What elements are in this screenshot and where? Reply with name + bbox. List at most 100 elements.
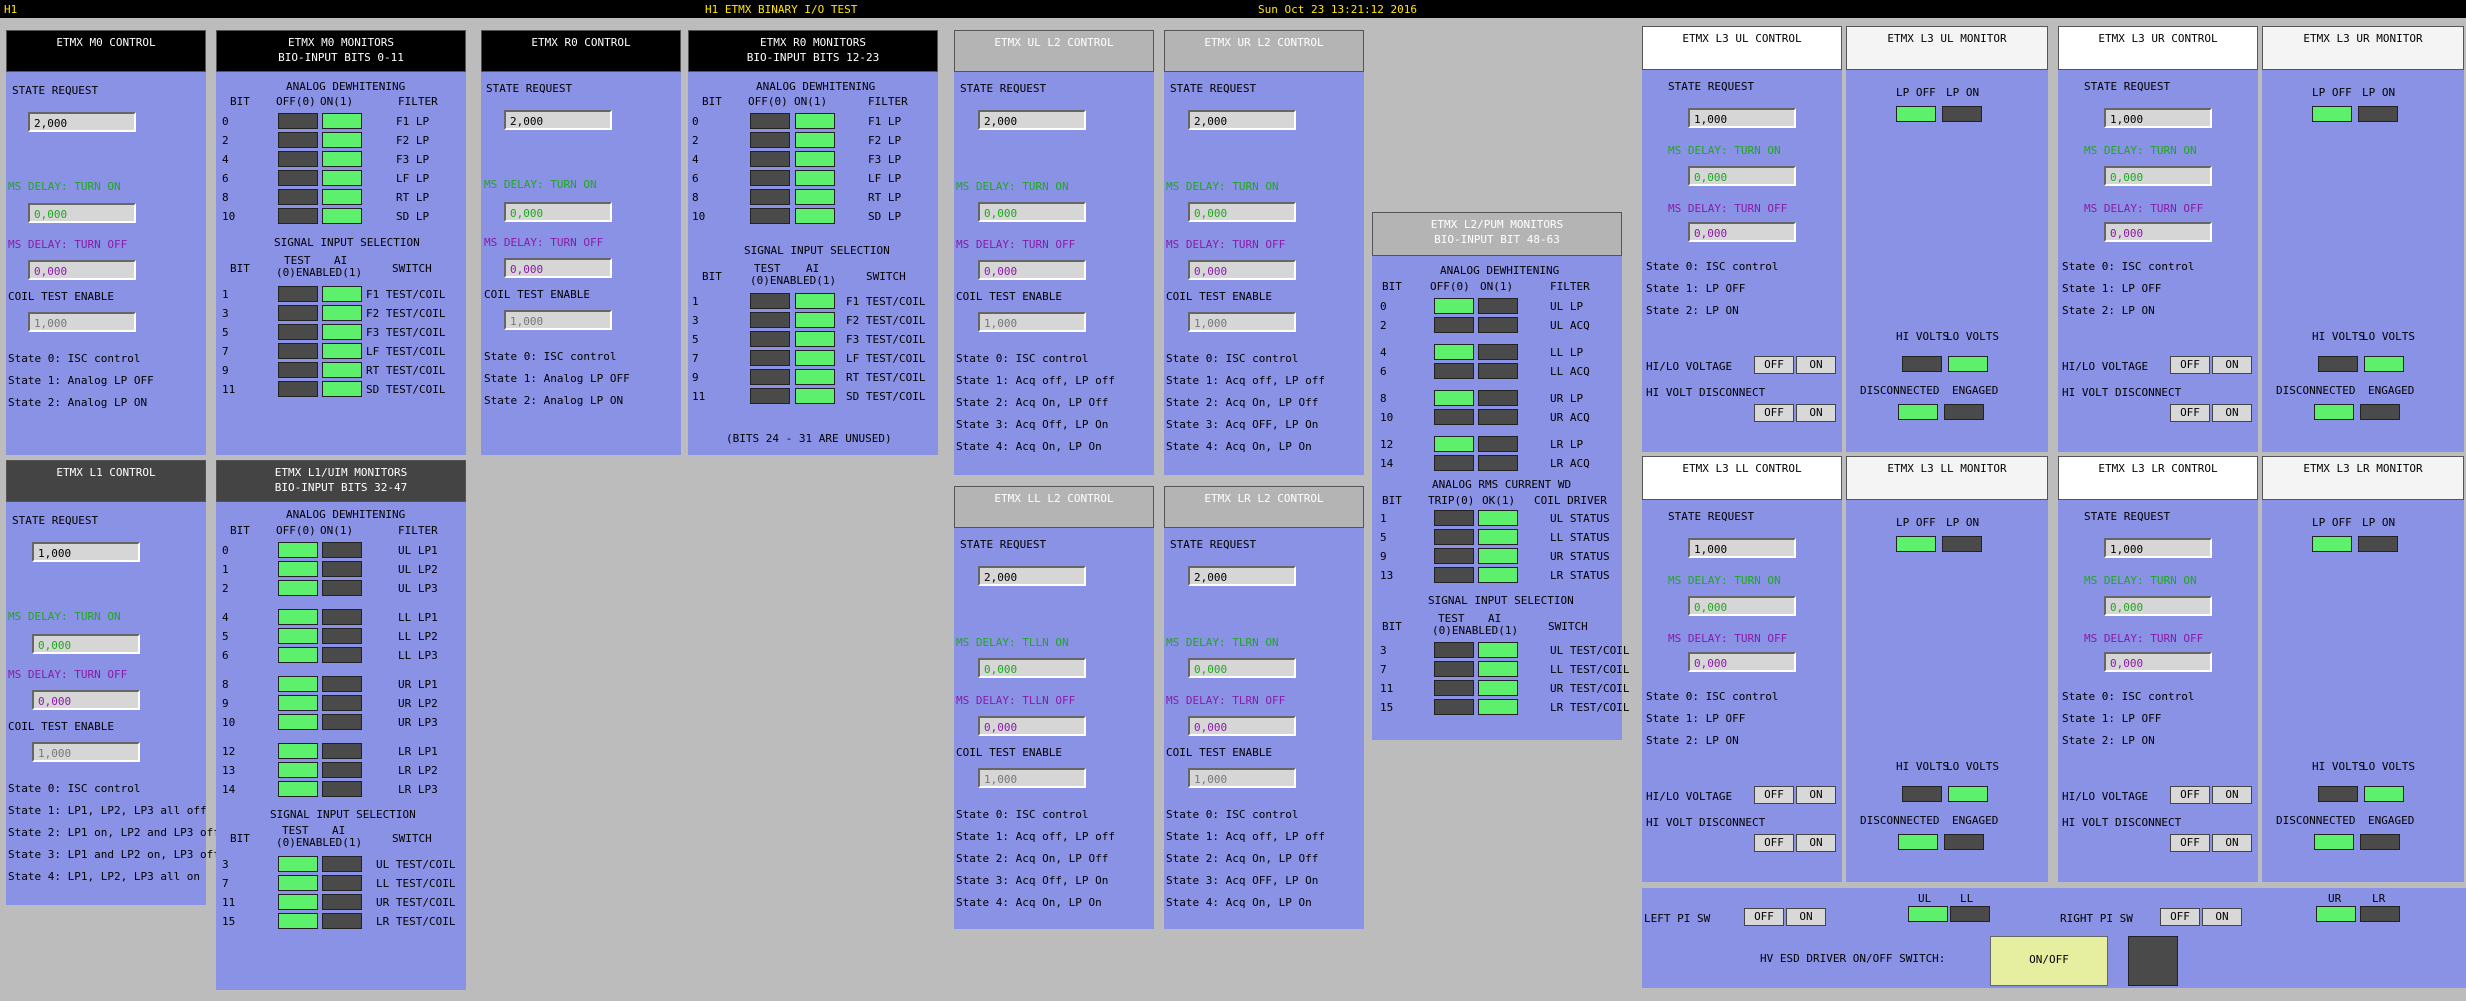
m0-coil-label: COIL TEST ENABLE xyxy=(8,290,114,303)
l3-ll-ms-on-input[interactable]: 0,000 xyxy=(1688,596,1796,616)
pum-sis-off-indicator-1 xyxy=(1434,661,1474,677)
m0-sis-on-indicator-0 xyxy=(322,286,362,302)
m0-state-request-label: STATE REQUEST xyxy=(12,84,99,97)
m0-adw-label-0: F1 LP xyxy=(396,115,430,128)
l3-lr-ms-off-input[interactable]: 0,000 xyxy=(2104,652,2212,672)
l3-ul-ms-on-input[interactable]: 0,000 xyxy=(1688,166,1796,186)
m0-ms-on-input[interactable]: 0,000 xyxy=(28,203,136,223)
r0-ms-off-input[interactable]: 0,000 xyxy=(504,258,612,278)
r0-state-request-input[interactable]: 2,000 xyxy=(504,110,612,130)
l1-ms-off-input[interactable]: 0,000 xyxy=(32,690,140,710)
l3-ll-hvd-off-button[interactable]: OFF xyxy=(1754,834,1794,852)
l3-ur-hvd-on-button[interactable]: ON xyxy=(2212,404,2252,422)
ll2-state-request-input[interactable]: 2,000 xyxy=(978,566,1086,586)
l3-ul-hvd-on-button[interactable]: ON xyxy=(1796,404,1836,422)
ur2-ms-off-input[interactable]: 0,000 xyxy=(1188,260,1296,280)
l3-lr-hilo-on-button[interactable]: ON xyxy=(2212,786,2252,804)
l3-ul-hvd-off-button[interactable]: OFF xyxy=(1754,404,1794,422)
l3-ur-hvd-off-button[interactable]: OFF xyxy=(2170,404,2210,422)
title-bar: H1 H1 ETMX BINARY I/O TEST Sun Oct 23 13… xyxy=(0,0,2466,18)
lr2-state-request-input[interactable]: 2,000 xyxy=(1188,566,1296,586)
left-pi-on-button[interactable]: ON xyxy=(1786,908,1826,926)
ul2-state-request-input[interactable]: 2,000 xyxy=(978,110,1086,130)
l1-coil-input[interactable]: 1,000 xyxy=(32,742,140,762)
l1-adw-label-10: LR LP2 xyxy=(398,764,438,777)
l1-sis-on-indicator-0 xyxy=(322,856,362,872)
l3-ur-state0: State 0: ISC control xyxy=(2062,260,2195,273)
l3-lr-hvd-off-button[interactable]: OFF xyxy=(2170,834,2210,852)
ll2-coil-input[interactable]: 1,000 xyxy=(978,768,1086,788)
l3-lr-ms-on-input[interactable]: 0,000 xyxy=(2104,596,2212,616)
l3-lr-state-request-input[interactable]: 1,000 xyxy=(2104,538,2212,558)
l1-sis-en: (0)ENABLED(1) xyxy=(276,836,363,849)
m0-adw-bit-0: 0 xyxy=(222,115,229,128)
ul2-ms-on-input[interactable]: 0,000 xyxy=(978,202,1086,222)
r0-coil-input[interactable]: 1,000 xyxy=(504,310,612,330)
l1-adw-on-indicator-7 xyxy=(322,695,362,711)
m0-ms-off-input[interactable]: 0,000 xyxy=(28,260,136,280)
m0-coil-input[interactable]: 1,000 xyxy=(28,312,136,332)
m0-state-request-input[interactable]: 2,000 xyxy=(28,112,136,132)
hv-esd-onoff-button[interactable]: ON/OFF xyxy=(1990,936,2108,986)
m0-ms-off-label: MS DELAY: TURN OFF xyxy=(8,238,128,251)
ll2-ms-off-input[interactable]: 0,000 xyxy=(978,716,1086,736)
l3-ul-hilo-off-button[interactable]: OFF xyxy=(1754,356,1794,374)
lr2-ms-on-input[interactable]: 0,000 xyxy=(1188,658,1296,678)
l1-adw-on-indicator-10 xyxy=(322,762,362,778)
pum-rms-label-1: LL STATUS xyxy=(1550,531,1610,544)
l3-ur-ms-on-input[interactable]: 0,000 xyxy=(2104,166,2212,186)
l3-ll-lp-off-indicator xyxy=(1896,536,1936,552)
ur2-coil-input[interactable]: 1,000 xyxy=(1188,312,1296,332)
l3-ll-state-request-input[interactable]: 1,000 xyxy=(1688,538,1796,558)
l3-ll-hilo-on-button[interactable]: ON xyxy=(1796,786,1836,804)
l1-state-request-input[interactable]: 1,000 xyxy=(32,542,140,562)
l3-ul-hilo-on-button[interactable]: ON xyxy=(1796,356,1836,374)
r0-ms-on-input[interactable]: 0,000 xyxy=(504,202,612,222)
ll2-ms-on-input[interactable]: 0,000 xyxy=(978,658,1086,678)
m0-adw-bit-5: 10 xyxy=(222,210,236,223)
ul2-ms-off-input[interactable]: 0,000 xyxy=(978,260,1086,280)
l3-ul-state-request-input[interactable]: 1,000 xyxy=(1688,108,1796,128)
l3-ul-lp-off-indicator xyxy=(1896,106,1936,122)
r0-state2: State 2: Analog LP ON xyxy=(484,394,624,407)
right-pi-off-button[interactable]: OFF xyxy=(2160,908,2200,926)
l3-ur-hilo-off-button[interactable]: OFF xyxy=(2170,356,2210,374)
l3-lr-hvd-on-button[interactable]: ON xyxy=(2212,834,2252,852)
ll2-state3: State 3: Acq Off, LP On xyxy=(956,874,1109,887)
r0-adw-label: ANALOG DEWHITENING xyxy=(756,80,876,93)
m0-adw-on-indicator-5 xyxy=(322,208,362,224)
m0-sis-switch: SWITCH xyxy=(392,262,432,275)
left-pi-off-button[interactable]: OFF xyxy=(1744,908,1784,926)
l1-ms-on-input[interactable]: 0,000 xyxy=(32,634,140,654)
ur2-ms-on-input[interactable]: 0,000 xyxy=(1188,202,1296,222)
l3-ur-ms-off-input[interactable]: 0,000 xyxy=(2104,222,2212,242)
r0-adw-on-indicator-4 xyxy=(795,189,835,205)
right-pi-on-button[interactable]: ON xyxy=(2202,908,2242,926)
ur2-state-request-input[interactable]: 2,000 xyxy=(1188,110,1296,130)
l3-ur-lp-off-label: LP OFF xyxy=(2312,86,2352,99)
l3-ll-hilo-off-button[interactable]: OFF xyxy=(1754,786,1794,804)
m0-sis-on-indicator-1 xyxy=(322,305,362,321)
r0-sis-en: (0)ENABLED(1) xyxy=(750,274,837,287)
l3-ll-ms-off-input[interactable]: 0,000 xyxy=(1688,652,1796,672)
m0-state0: State 0: ISC control xyxy=(8,352,141,365)
l3-ul-ms-off-input[interactable]: 0,000 xyxy=(1688,222,1796,242)
l3-lr-hilo-off-button[interactable]: OFF xyxy=(2170,786,2210,804)
lr2-ms-off-input[interactable]: 0,000 xyxy=(1188,716,1296,736)
r0-sis-bit-1: 3 xyxy=(692,314,699,327)
pum-rms-off-indicator-0 xyxy=(1434,510,1474,526)
r0-sis-switch: SWITCH xyxy=(866,270,906,283)
pum-adw-off-indicator-7 xyxy=(1434,455,1474,471)
pum-rms-off-indicator-2 xyxy=(1434,548,1474,564)
ul2-coil-input[interactable]: 1,000 xyxy=(978,312,1086,332)
m0-bit-col: BIT xyxy=(230,95,250,108)
pum-bit-col: BIT xyxy=(1382,280,1402,293)
r0-adw-label-4: RT LP xyxy=(868,191,902,204)
l3-ur-state-request-input[interactable]: 1,000 xyxy=(2104,108,2212,128)
l3-ll-hvd-on-button[interactable]: ON xyxy=(1796,834,1836,852)
ur2-state0: State 0: ISC control xyxy=(1166,352,1299,365)
l1-adw-on-indicator-3 xyxy=(322,609,362,625)
r0-sis-on-indicator-1 xyxy=(795,312,835,328)
l3-ur-hilo-on-button[interactable]: ON xyxy=(2212,356,2252,374)
lr2-coil-input[interactable]: 1,000 xyxy=(1188,768,1296,788)
